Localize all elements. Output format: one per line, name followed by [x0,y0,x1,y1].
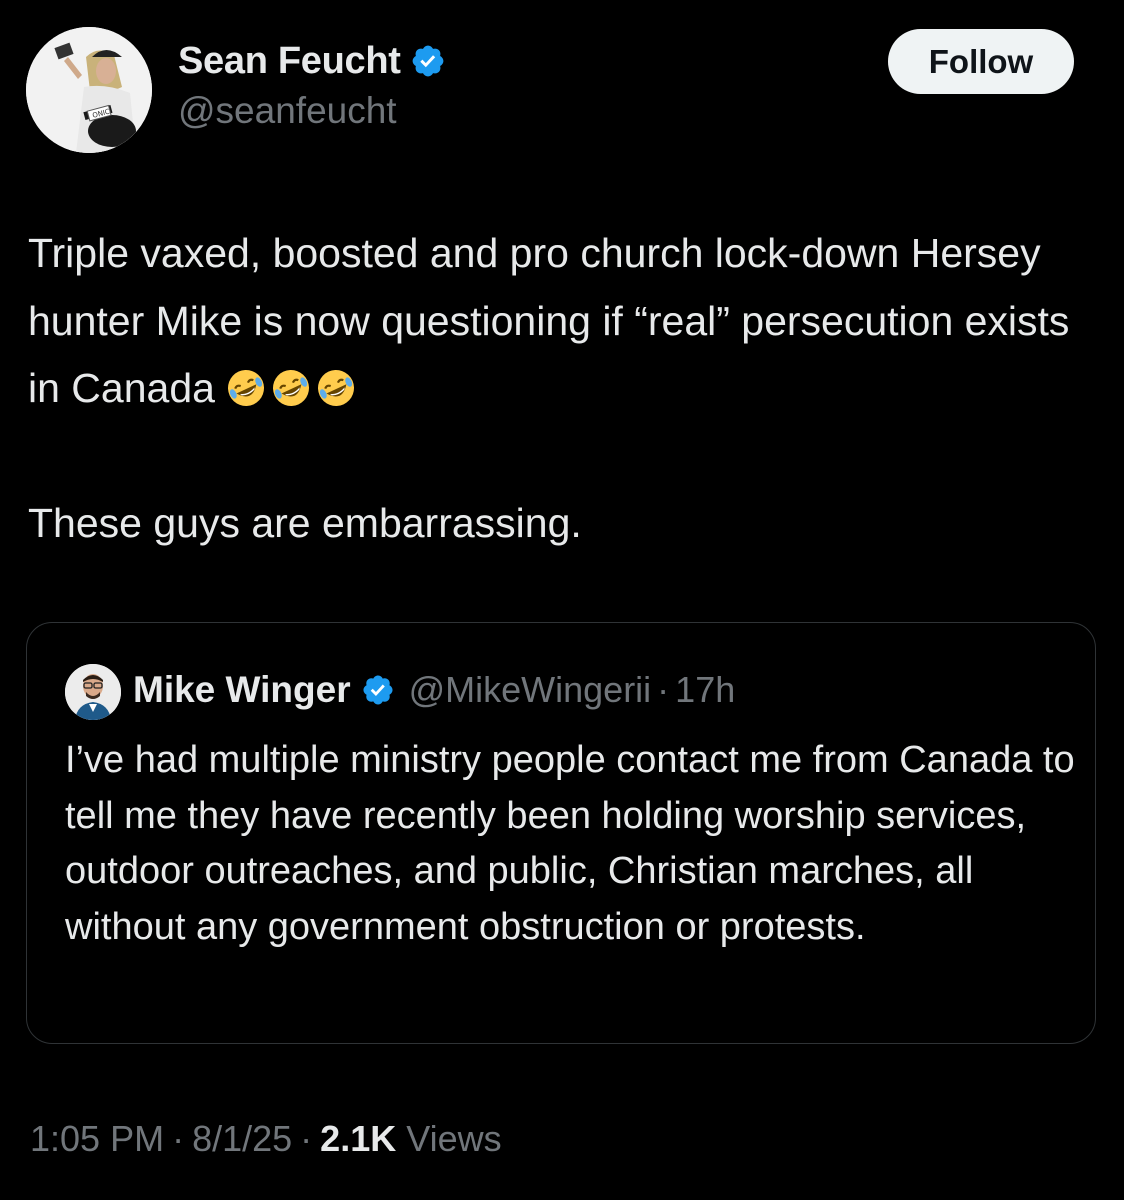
author-name-row: Sean Feucht [178,38,446,84]
verified-badge-icon[interactable] [361,673,395,707]
rolling-on-floor-laughing-emoji-icon [228,370,265,406]
quoted-author-handle[interactable]: @MikeWingerii [409,669,652,711]
author-avatar[interactable]: ONIC [26,27,152,153]
tweet-date[interactable]: 8/1/25 [192,1118,292,1159]
profile-photo-icon [65,664,121,720]
follow-button[interactable]: Follow [888,29,1074,94]
author-handle[interactable]: @seanfeucht [178,90,397,132]
separator-dot: · [657,669,670,710]
tweet-line-1: Triple vaxed, boosted and pro church loc… [28,230,1070,411]
profile-photo-icon: ONIC [26,27,152,153]
verified-badge-icon[interactable] [410,43,446,79]
author-display-name[interactable]: Sean Feucht [178,40,401,83]
separator-dot: · [172,1118,185,1159]
views-label: Views [406,1118,502,1159]
separator-dot: · [300,1118,313,1159]
quoted-tweet-header: Mike Winger @MikeWingerii · 17h [133,667,735,713]
tweet-paragraph-2: These guys are embarrassing. [28,500,582,546]
quoted-author-avatar[interactable] [65,664,121,720]
tweet-time[interactable]: 1:05 PM [30,1118,164,1159]
tweet-text: Triple vaxed, boosted and pro church loc… [28,220,1103,558]
quoted-tweet-text: I’ve had multiple ministry people contac… [65,739,1075,948]
quoted-tweet-time[interactable]: 17h [675,669,735,711]
views-count[interactable]: 2.1K [320,1118,396,1159]
tweet-meta: 1:05 PM · 8/1/25 · 2.1K Views [30,1118,502,1160]
rolling-on-floor-laughing-emoji-icon [273,370,310,406]
quoted-tweet-card[interactable]: Mike Winger @MikeWingerii · 17h I’ve had… [26,622,1096,1044]
quoted-author-name[interactable]: Mike Winger [133,669,351,711]
tweet-paragraph-1: Triple vaxed, boosted and pro church loc… [28,220,1103,423]
emoji-group [226,365,361,411]
rolling-on-floor-laughing-emoji-icon [318,370,355,406]
